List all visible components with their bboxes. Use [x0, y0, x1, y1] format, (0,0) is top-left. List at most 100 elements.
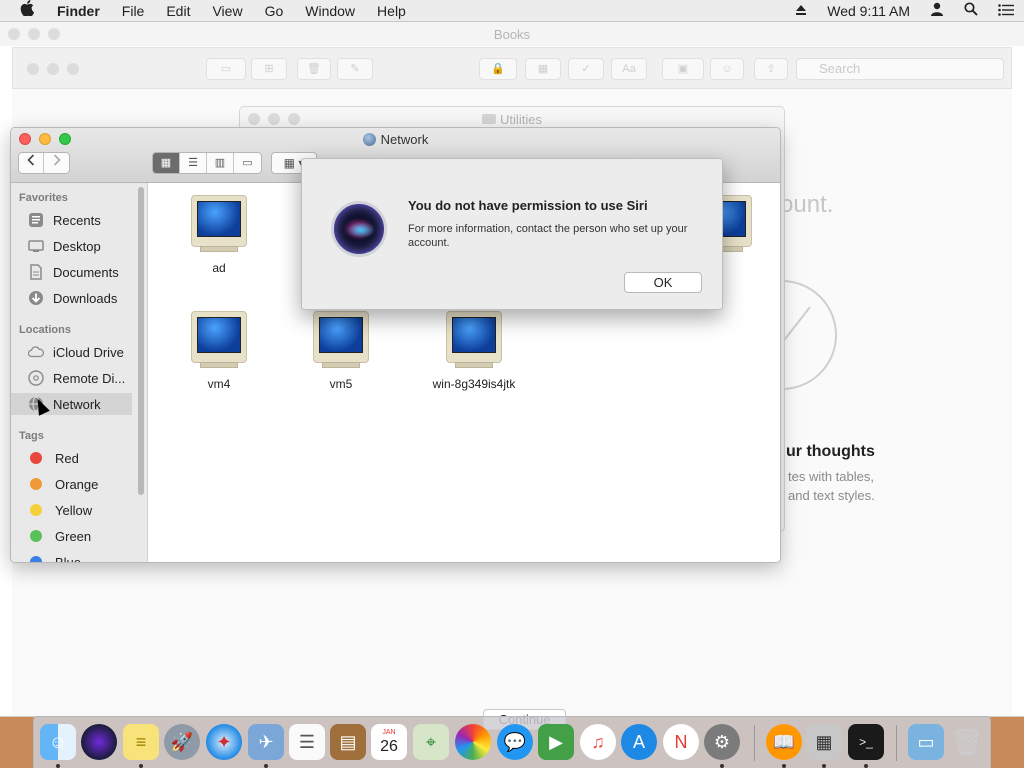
contacts-dock-icon[interactable]: ▤: [330, 724, 366, 760]
sidebar-item-label: Remote Di...: [53, 370, 126, 386]
inner-minimize-button[interactable]: [47, 63, 59, 75]
siri-icon: [331, 201, 387, 257]
sidebar-item-label: Orange: [55, 476, 99, 492]
downloads-folder-dock-icon[interactable]: ▭: [908, 724, 944, 760]
dock-separator: [754, 725, 755, 761]
notes-dock-icon[interactable]: ≡: [123, 724, 159, 760]
running-indicator: [864, 764, 868, 768]
compose-icon[interactable]: ✎: [337, 58, 373, 80]
downloads-icon: [28, 290, 44, 306]
maps-dock-icon[interactable]: ⌖: [413, 724, 449, 760]
dialog-message: For more information, contact the person…: [408, 223, 688, 249]
calculator-dock-icon[interactable]: ▦: [806, 724, 842, 760]
sidebar-item-tag-red[interactable]: Red: [11, 447, 132, 469]
computer-icon: [191, 311, 247, 368]
apple-menu-icon[interactable]: [0, 0, 46, 22]
icon-view-icon[interactable]: ▦: [153, 153, 180, 173]
launchpad-dock-icon[interactable]: 🚀: [164, 724, 200, 760]
column-view-icon[interactable]: ▥: [207, 153, 234, 173]
list-view-icon[interactable]: ☰: [180, 153, 207, 173]
desktop-icon: [28, 238, 44, 254]
inner-zoom-button[interactable]: [67, 63, 79, 75]
menu-edit[interactable]: Edit: [155, 0, 201, 22]
trash-dock-icon[interactable]: 🗑: [949, 724, 985, 760]
font-icon[interactable]: Aa: [611, 58, 647, 80]
spotlight-icon[interactable]: [954, 0, 988, 22]
computer-label: vm4: [207, 377, 231, 391]
menu-view[interactable]: View: [201, 0, 253, 22]
photos-dock-icon[interactable]: [455, 724, 491, 760]
sidebar-item-label: Red: [55, 450, 79, 466]
facetime-dock-icon[interactable]: ▶: [538, 724, 574, 760]
network-computer-ad[interactable]: ad: [169, 195, 269, 275]
gallery-view-icon[interactable]: ▭: [234, 153, 261, 173]
sidebar-item-tag-blue[interactable]: Blue: [11, 551, 132, 562]
grid-icon[interactable]: ⊞: [251, 58, 287, 80]
sidebar-item-tag-green[interactable]: Green: [11, 525, 132, 547]
back-button[interactable]: [19, 153, 44, 173]
menu-help[interactable]: Help: [366, 0, 417, 22]
news-dock-icon[interactable]: N: [663, 724, 699, 760]
menu-go[interactable]: Go: [254, 0, 295, 22]
computer-icon: [191, 195, 247, 252]
sidebar-item-label: Downloads: [53, 290, 118, 306]
books-search-field[interactable]: Search: [796, 58, 1004, 80]
sidebar-item-documents[interactable]: Documents: [11, 261, 132, 283]
siri-dock-icon[interactable]: [81, 724, 117, 760]
finder-dock-icon[interactable]: ☺: [40, 724, 76, 760]
sidebar-item-remote-disc[interactable]: Remote Di...: [11, 367, 132, 389]
user-icon[interactable]: [920, 0, 954, 22]
sidebar-scrollbar[interactable]: [138, 187, 144, 495]
sidebar-item-network[interactable]: Network: [11, 393, 132, 415]
network-computer-win[interactable]: win-8g349is4jtk: [404, 311, 544, 391]
inner-close-button[interactable]: [27, 63, 39, 75]
reminders-dock-icon[interactable]: ☰: [289, 724, 325, 760]
preview-dock-icon[interactable]: ✈: [248, 724, 284, 760]
messages-dock-icon[interactable]: 💬: [497, 724, 533, 760]
media-icon[interactable]: ▣: [662, 58, 704, 80]
menu-file[interactable]: File: [111, 0, 156, 22]
forward-button[interactable]: [44, 153, 69, 173]
utilities-window-title: Utilities: [240, 112, 784, 127]
sidebar-item-label: Documents: [53, 264, 119, 280]
menu-clock[interactable]: Wed 9:11 AM: [817, 0, 920, 22]
books-search-placeholder: Search: [819, 61, 861, 76]
calendar-dock-icon[interactable]: JAN 26: [371, 724, 407, 760]
red-tag-icon: [30, 452, 42, 464]
checkmark-icon[interactable]: ✓: [568, 58, 604, 80]
menu-app-name[interactable]: Finder: [46, 0, 111, 22]
music-dock-icon[interactable]: ♫: [580, 724, 616, 760]
app-store-dock-icon[interactable]: A: [621, 724, 657, 760]
terminal-dock-icon[interactable]: >_: [848, 724, 884, 760]
system-preferences-dock-icon[interactable]: ⚙: [704, 724, 740, 760]
computer-label: vm5: [329, 377, 353, 391]
tags-header: Tags: [19, 430, 44, 442]
sidebar-item-downloads[interactable]: Downloads: [11, 287, 132, 309]
sidebar-item-recents[interactable]: Recents: [11, 209, 132, 231]
books-titlebar: Books: [0, 22, 1024, 46]
running-indicator: [822, 764, 826, 768]
add-person-icon[interactable]: ☺: [710, 58, 744, 80]
favorites-header: Favorites: [19, 192, 68, 204]
sidebar-toggle-icon[interactable]: ▭: [206, 58, 246, 80]
menu-bar: Finder File Edit View Go Window Help Wed…: [0, 0, 1024, 22]
table-icon[interactable]: ▦: [525, 58, 561, 80]
menu-window[interactable]: Window: [294, 0, 366, 22]
sidebar-item-tag-yellow[interactable]: Yellow: [11, 499, 132, 521]
ok-button[interactable]: OK: [624, 272, 702, 293]
share-icon[interactable]: ⇪: [754, 58, 788, 80]
eject-icon[interactable]: [785, 0, 817, 22]
sidebar-item-label: Network: [53, 396, 101, 412]
network-computer-vm5[interactable]: vm5: [291, 311, 391, 391]
safari-dock-icon[interactable]: ✦: [206, 724, 242, 760]
sidebar-item-icloud-drive[interactable]: iCloud Drive: [11, 341, 132, 363]
notification-list-icon[interactable]: [988, 0, 1024, 22]
calendar-month: JAN: [382, 729, 396, 736]
books-dock-icon[interactable]: 📖: [766, 724, 802, 760]
trash-icon[interactable]: 🗑: [297, 58, 331, 80]
sidebar-item-label: Yellow: [55, 502, 93, 518]
sidebar-item-desktop[interactable]: Desktop: [11, 235, 132, 257]
network-computer-vm4[interactable]: vm4: [169, 311, 269, 391]
lock-icon[interactable]: 🔒: [479, 58, 517, 80]
sidebar-item-tag-orange[interactable]: Orange: [11, 473, 132, 495]
